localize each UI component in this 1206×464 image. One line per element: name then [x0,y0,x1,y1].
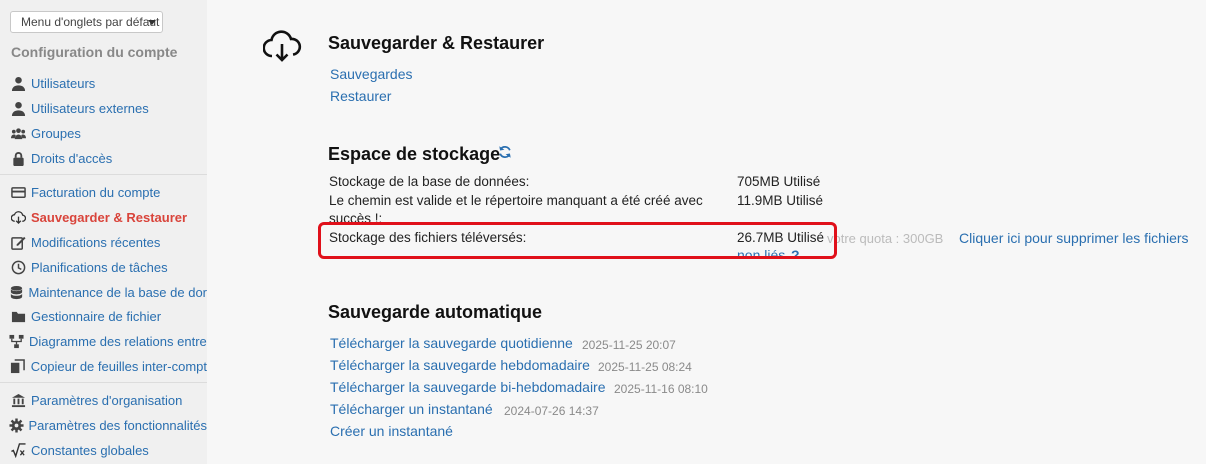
sidebar-item-label: Facturation du compte [31,184,161,200]
chevron-down-icon [148,20,156,25]
path-storage-value: 11.9MB Utilisé [737,193,824,208]
sidebar-item-label: Utilisateurs [31,75,96,91]
group-icon [9,125,27,141]
bank-icon [9,392,27,408]
diagram-icon [7,333,25,349]
billing-icon [9,184,27,200]
sidebar-item-billing[interactable]: Facturation du compte [0,181,207,203]
timestamp: 2024-07-26 14:37 [504,404,599,418]
copy-icon [9,358,27,374]
timestamp: 2025-11-25 08:24 [598,360,692,374]
cloud-download-icon [9,209,27,225]
cloud-download-icon [263,30,302,62]
sidebar-item-label: Utilisateurs externes [31,100,149,116]
sidebar-item-backup-restore[interactable]: Sauvegarder & Restaurer [0,206,207,228]
sidebar-item-org-settings[interactable]: Paramètres d'organisation [0,389,207,411]
download-daily-backup-link[interactable]: Télécharger la sauvegarde quotidienne [330,335,573,351]
lock-icon [9,150,27,166]
sidebar-header: Configuration du compte [11,44,178,60]
sidebar-item-task-schedules[interactable]: Planifications de tâches [0,256,207,278]
tab-menu-label: Menu d'onglets par défaut [21,15,160,29]
sidebar-item-label: Gestionnaire de fichier [31,308,162,324]
restore-link[interactable]: Restaurer [330,88,391,104]
user-icon [9,100,27,116]
clock-icon [9,259,27,275]
sidebar-item-label: Modifications récentes [31,234,161,250]
quota-text: votre quota : 300GB [827,231,944,246]
auto-backup-title: Sauvegarde automatique [328,302,543,322]
storage-title: Espace de stockage [328,144,501,164]
folder-icon [9,308,27,324]
sidebar-item-label: Copieur de feuilles inter-compt [30,358,207,374]
sidebar-item-label: Groupes [31,125,81,141]
tab-menu-select[interactable]: Menu d'onglets par défaut [10,11,163,33]
sidebar-item-label: Constantes globales [31,442,149,458]
sidebar-item-feature-settings[interactable]: Paramètres des fonctionnalités [0,414,207,436]
edit-icon [9,234,27,250]
sidebar-item-label: Maintenance de la base de dor [28,284,207,300]
download-biweekly-backup-link[interactable]: Télécharger la sauvegarde bi-hebdomadair… [330,379,606,395]
sidebar-item-label: Paramètres des fonctionnalités [28,417,207,433]
sidebar-item-sheet-copier[interactable]: Copieur de feuilles inter-compt [0,355,207,377]
timestamp: 2025-11-16 08:10 [614,382,708,396]
sidebar-item-label: Droits d'accès [31,150,113,166]
timestamp: 2025-11-25 20:07 [582,338,676,352]
sidebar-divider [0,382,207,383]
sidebar-item-recent-changes[interactable]: Modifications récentes [0,231,207,253]
backup-restore-title: Sauvegarder & Restaurer [328,33,545,53]
backups-link[interactable]: Sauvegardes [330,66,413,82]
refresh-icon[interactable] [498,145,512,159]
sidebar-divider [0,174,207,175]
path-storage-label-line1: Le chemin est valide et le répertoire ma… [329,193,703,208]
sidebar: Menu d'onglets par défaut Configuration … [0,0,207,464]
user-icon [9,75,27,91]
database-icon [9,284,24,300]
sidebar-item-global-constants[interactable]: Constantes globales [0,439,207,461]
create-snapshot-link[interactable]: Créer un instantané [330,423,453,439]
sidebar-item-label: Planifications de tâches [31,259,168,275]
db-storage-value: 705MB Utilisé [737,174,821,189]
main-content: Sauvegarder & Restaurer Sauvegardes Rest… [207,0,1206,464]
sidebar-item-groups[interactable]: Groupes [0,122,207,144]
highlight-box [318,222,837,259]
sidebar-item-label: Paramètres d'organisation [31,392,183,408]
download-weekly-backup-link[interactable]: Télécharger la sauvegarde hebdomadaire [330,357,590,373]
db-storage-label: Stockage de la base de données: [329,174,530,189]
gear-icon [9,417,25,433]
sidebar-item-external-users[interactable]: Utilisateurs externes [0,97,207,119]
sqrt-icon [9,442,27,458]
sidebar-item-relations-diagram[interactable]: Diagramme des relations entre [0,330,207,352]
sidebar-item-label: Sauvegarder & Restaurer [31,209,188,225]
sidebar-item-db-maintenance[interactable]: Maintenance de la base de dor [0,281,207,303]
download-snapshot-link[interactable]: Télécharger un instantané [330,401,493,417]
sidebar-item-file-manager[interactable]: Gestionnaire de fichier [0,305,207,327]
delete-unlinked-files-link[interactable]: Cliquer ici pour supprimer les fichiers [959,230,1189,246]
sidebar-item-users[interactable]: Utilisateurs [0,72,207,94]
sidebar-item-label: Diagramme des relations entre [29,333,207,349]
sidebar-item-access-rights[interactable]: Droits d'accès [0,147,207,169]
